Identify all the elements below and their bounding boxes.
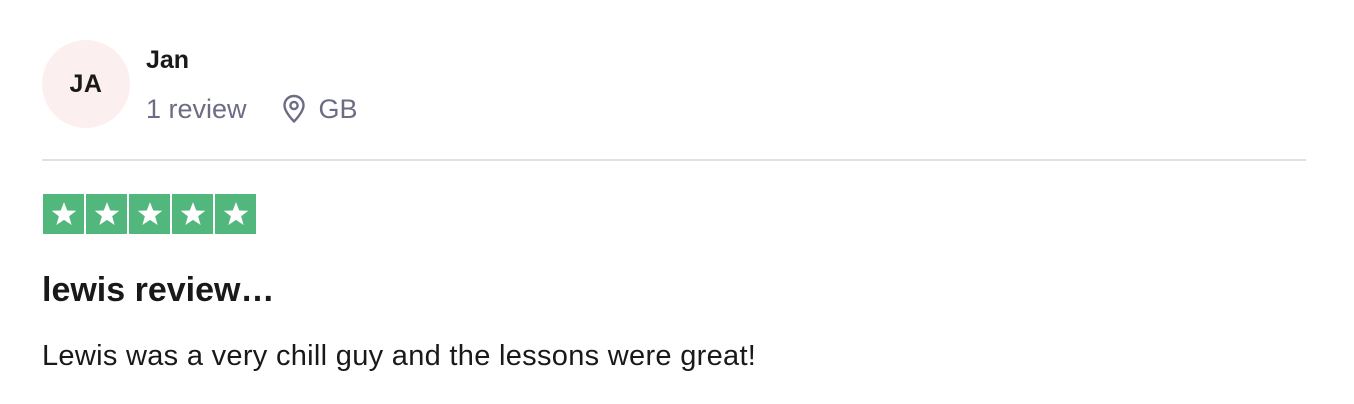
star-icon [43, 194, 84, 234]
consumer-meta: 1 review GB [146, 92, 358, 126]
location-pin-icon [281, 94, 307, 124]
star-icon [172, 194, 213, 234]
review-card: JA Jan 1 review GB lewis review… Lewis w… [0, 0, 1354, 404]
star-icon [86, 194, 127, 234]
divider [42, 159, 1306, 161]
review-count: 1 review [146, 94, 247, 124]
star-icon [129, 194, 170, 234]
consumer-name[interactable]: Jan [146, 44, 189, 76]
consumer-location: GB [281, 92, 358, 126]
review-text: Lewis was a very chill guy and the lesso… [42, 340, 757, 372]
star-rating [43, 194, 256, 234]
review-title[interactable]: lewis review… [42, 268, 274, 312]
star-icon [215, 194, 256, 234]
avatar[interactable]: JA [42, 40, 130, 128]
country-code: GB [318, 94, 358, 124]
